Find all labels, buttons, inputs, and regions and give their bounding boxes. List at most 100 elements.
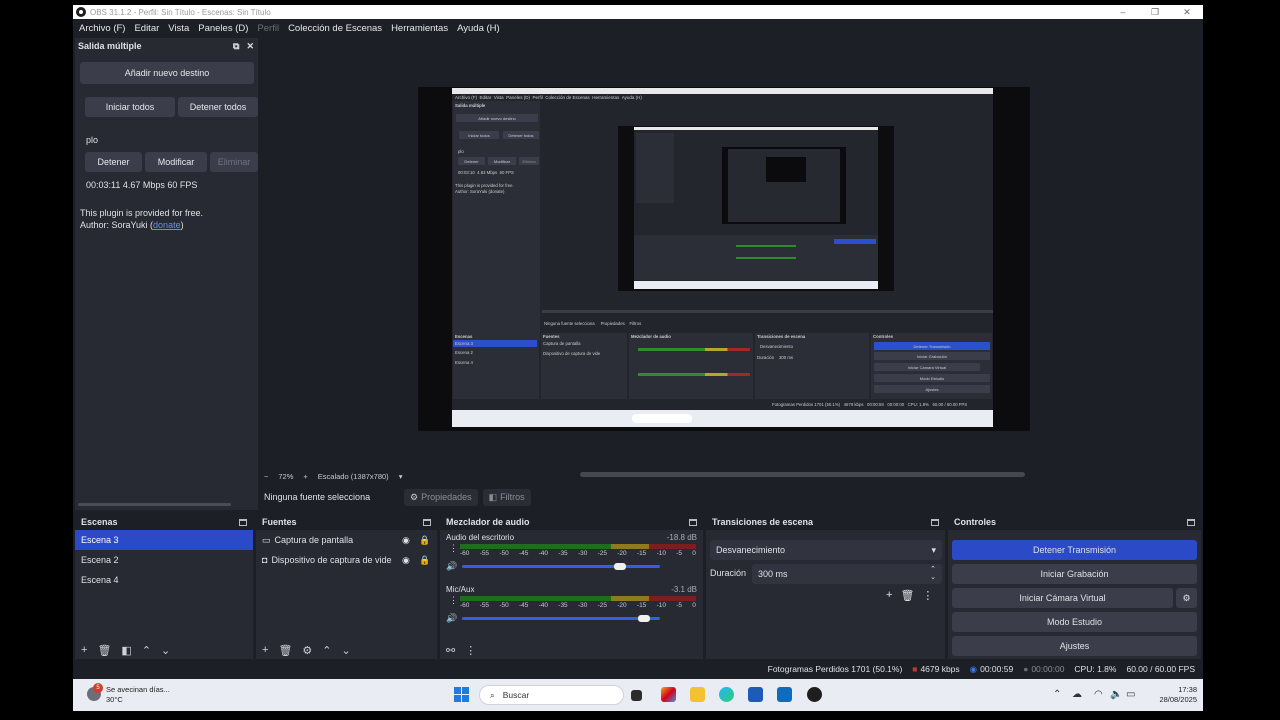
stop-all-button[interactable]: Detener todos [178, 97, 258, 117]
store-icon[interactable] [748, 687, 763, 702]
trash-icon[interactable]: 🗑 [900, 589, 914, 602]
scene-item[interactable]: Escena 4 [75, 570, 253, 590]
volume-icon[interactable]: 🔊 [446, 613, 457, 624]
move-down-icon[interactable]: ⌄ [342, 644, 351, 657]
properties-button[interactable]: ⚙ Propiedades [404, 488, 478, 506]
menu-editar[interactable]: Editar [134, 23, 159, 34]
menu-dots-icon[interactable]: ⋮ [449, 595, 458, 606]
channel-db: -3.1 dB [671, 585, 697, 594]
menu-coleccion-escenas[interactable]: Colección de Escenas [288, 23, 382, 34]
menu-dots-icon[interactable]: ⋮ [449, 543, 458, 554]
add-icon[interactable]: + [81, 644, 87, 656]
menu-paneles[interactable]: Paneles (D) [198, 23, 248, 34]
volume-knob[interactable] [638, 615, 651, 622]
target-stats: 00:03:11 4.67 Mbps 60 FPS [86, 180, 198, 190]
menu-dots-icon[interactable]: ⋮ [922, 589, 933, 602]
edge-icon[interactable] [719, 687, 734, 702]
settings-button[interactable]: Ajustes [952, 636, 1197, 656]
add-icon[interactable]: + [886, 589, 892, 602]
eye-icon[interactable]: ◉ [402, 555, 410, 566]
filters-button[interactable]: ◧ Filtros [482, 488, 531, 506]
start-all-button[interactable]: Iniciar todos [85, 97, 175, 117]
task-view-icon[interactable] [631, 690, 642, 701]
close-button[interactable]: ✕ [1171, 5, 1203, 19]
filter-icon[interactable]: ◧ [121, 644, 131, 657]
trash-icon[interactable]: 🗑 [97, 644, 111, 657]
menu-ayuda[interactable]: Ayuda (H) [457, 23, 500, 34]
studio-mode-button[interactable]: Modo Estudio [952, 612, 1197, 632]
speaker-icon[interactable]: 🔈 [1110, 689, 1122, 700]
move-up-icon[interactable]: ⌃ [142, 644, 151, 657]
add-destination-button[interactable]: Añadir nuevo destino [80, 62, 254, 84]
menu-herramientas[interactable]: Herramientas [391, 23, 448, 34]
clock[interactable]: 17:38 28/08/2025 [1159, 685, 1197, 705]
menu-archivo[interactable]: Archivo (F) [79, 23, 125, 34]
filter-icon: ◧ [488, 491, 498, 502]
gear-icon[interactable]: ⚙ [1176, 588, 1197, 608]
spinner-arrows-icon[interactable]: ⌃ ⌄ [930, 566, 936, 582]
zoom-in-button[interactable]: + [303, 472, 307, 481]
volume-slider[interactable] [462, 617, 660, 620]
menu-perfil[interactable]: Perfil [257, 23, 279, 34]
start-virtual-camera-button[interactable]: Iniciar Cámara Virtual [952, 588, 1173, 608]
delete-target-button[interactable]: Eliminar [210, 152, 258, 172]
source-item[interactable]: ◘ Dispositivo de captura de vide ◉ 🔒 [256, 550, 437, 570]
menu-vista[interactable]: Vista [168, 23, 189, 34]
volume-slider[interactable] [462, 565, 660, 568]
undock-icon[interactable] [239, 518, 247, 526]
source-item[interactable]: ▭ Captura de pantalla ◉ 🔒 [256, 530, 437, 550]
eye-icon[interactable]: ◉ [402, 535, 410, 546]
volume-icon[interactable]: 🔊 [446, 561, 457, 572]
close-dock-icon[interactable]: ✕ [246, 41, 254, 52]
stop-target-button[interactable]: Detener [85, 152, 142, 172]
dropped-frames: Fotogramas Perdidos 1701 (50.1%) [767, 664, 903, 674]
battery-icon[interactable]: ▭ [1126, 689, 1135, 700]
move-up-icon[interactable]: ⌃ [322, 644, 331, 657]
taskbar-search[interactable]: ⌕ Buscar [479, 685, 624, 705]
transition-select[interactable]: Desvanecimiento ▾ [710, 540, 942, 560]
outlook-icon[interactable] [777, 687, 792, 702]
scaling-dropdown-icon[interactable]: ▾ [399, 472, 403, 481]
modify-target-button[interactable]: Modificar [145, 152, 207, 172]
controls-dock: Controles Detener Transmisión Iniciar Gr… [948, 514, 1201, 659]
preview-area[interactable]: Archivo (F) Editar Vista Paneles (D) Per… [260, 38, 1201, 470]
scenes-title: Escenas [81, 517, 118, 527]
obs-logo-icon [76, 7, 86, 17]
window-title: OBS 31.1.2 - Perfil: Sin Título - Escena… [90, 7, 271, 17]
link-icon[interactable]: ⚯ [446, 644, 455, 657]
scene-item[interactable]: Escena 3 [75, 530, 253, 550]
lock-icon[interactable]: 🔒 [419, 535, 430, 546]
menu-dots-icon[interactable]: ⋮ [465, 644, 476, 657]
windows-start-icon[interactable] [454, 687, 469, 702]
undock-icon[interactable] [423, 518, 431, 526]
maximize-button[interactable]: ❐ [1139, 5, 1171, 19]
multi-output-dock: Salida múltiple ⧉ ✕ Añadir nuevo destino… [75, 38, 258, 510]
minimize-button[interactable]: – [1107, 5, 1139, 19]
copilot-icon[interactable] [661, 687, 676, 702]
weather-widget[interactable]: Se avecinan días... 30°C [106, 685, 170, 705]
duration-spinbox[interactable]: 300 ms ⌃ ⌄ [752, 564, 942, 584]
preview-scrollbar[interactable] [580, 472, 1025, 477]
gear-icon[interactable]: ⚙ [302, 644, 312, 657]
volume-knob[interactable] [614, 563, 627, 570]
chevron-up-icon[interactable]: ⌃ [1053, 689, 1061, 700]
add-icon[interactable]: + [262, 644, 268, 656]
scaling-label[interactable]: Escalado (1387x780) [318, 472, 389, 481]
start-recording-button[interactable]: Iniciar Grabación [952, 564, 1197, 584]
cloud-icon[interactable]: ☁ [1072, 689, 1082, 700]
stop-stream-button[interactable]: Detener Transmisión [952, 540, 1197, 560]
undock-icon[interactable] [931, 518, 939, 526]
trash-icon[interactable]: 🗑 [278, 644, 292, 657]
lock-icon[interactable]: 🔒 [419, 555, 430, 566]
scene-item[interactable]: Escena 2 [75, 550, 253, 570]
wifi-icon[interactable]: ◠ [1094, 689, 1103, 700]
zoom-out-button[interactable]: − [264, 472, 268, 481]
file-explorer-icon[interactable] [690, 687, 705, 702]
donate-link[interactable]: donate [153, 220, 181, 230]
undock-icon[interactable] [1187, 518, 1195, 526]
undock-icon[interactable]: ⧉ [233, 41, 239, 52]
undock-icon[interactable] [689, 518, 697, 526]
obs-taskbar-icon[interactable] [807, 687, 822, 702]
move-down-icon[interactable]: ⌄ [161, 644, 170, 657]
dock-scrollbar[interactable] [78, 503, 231, 506]
